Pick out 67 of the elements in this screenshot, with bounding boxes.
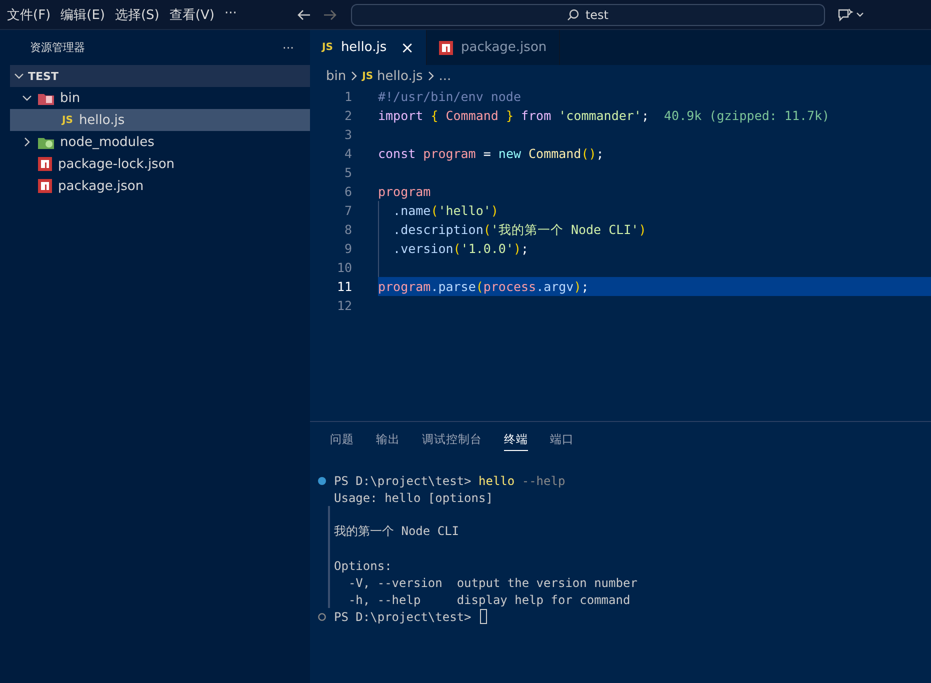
code-line: .name('hello') bbox=[392, 202, 498, 220]
menu-item[interactable]: 选择(S) bbox=[110, 6, 164, 24]
chevron-right-icon bbox=[426, 71, 435, 81]
line-number: 5 bbox=[343, 164, 352, 182]
search-icon bbox=[567, 8, 580, 20]
terminal-line: Options: bbox=[333, 558, 392, 572]
back-arrow-icon[interactable] bbox=[297, 8, 311, 20]
code-line: import { Command } from 'commander'; 40.9k (gzipped: 11.7k) bbox=[378, 107, 830, 125]
npm-file-icon bbox=[439, 40, 454, 54]
line-number: 10 bbox=[336, 259, 352, 277]
tree-item[interactable]: package-lock.json bbox=[10, 153, 310, 175]
code-line: program.parse(process.argv); bbox=[378, 278, 589, 296]
forward-arrow-icon[interactable] bbox=[323, 8, 337, 20]
line-number: 11 bbox=[336, 278, 352, 296]
js-file-icon: JS bbox=[322, 42, 333, 53]
folder-icon bbox=[38, 135, 54, 149]
section-header[interactable]: TEST bbox=[10, 65, 310, 87]
editor-tab[interactable]: package.json bbox=[427, 30, 560, 65]
more-actions-button[interactable]: ··· bbox=[282, 40, 294, 54]
js-file-icon: JS bbox=[62, 114, 73, 126]
terminal-line: -V, --version output the version number bbox=[347, 576, 638, 590]
terminal-line: Usage: hello [options] bbox=[333, 490, 493, 504]
breadcrumb-item[interactable]: hello.js bbox=[377, 68, 423, 84]
terminal-line: -h, --help display help for command bbox=[347, 592, 630, 606]
folder-icon bbox=[38, 91, 54, 105]
npm-file-icon bbox=[38, 179, 52, 193]
line-number: 8 bbox=[343, 221, 352, 239]
menu-item[interactable]: ··· bbox=[220, 6, 241, 24]
line-number: 3 bbox=[343, 126, 352, 144]
panel-tab[interactable]: 问题 bbox=[330, 432, 354, 450]
breadcrumb-item[interactable]: bin bbox=[326, 68, 346, 84]
editor-tab[interactable]: JS hello.js × bbox=[310, 30, 428, 65]
js-file-icon: JS bbox=[362, 70, 374, 82]
close-button[interactable]: × bbox=[400, 38, 414, 57]
line-number: 1 bbox=[343, 88, 352, 106]
line-number: 2 bbox=[343, 107, 352, 125]
breadcrumb-item[interactable]: ... bbox=[438, 68, 452, 84]
line-number: 12 bbox=[336, 297, 352, 315]
line-number: 7 bbox=[343, 202, 352, 220]
tree-item[interactable]: JS hello.js bbox=[10, 109, 310, 131]
npm-file-icon bbox=[38, 157, 52, 171]
explorer-title: 资源管理器 bbox=[30, 40, 85, 55]
chat-sparkle-icon[interactable] bbox=[837, 8, 865, 22]
panel-tab[interactable]: 输出 bbox=[376, 432, 400, 450]
code-line: #!/usr/bin/env node bbox=[378, 88, 521, 106]
panel-tab[interactable]: 终端 bbox=[504, 432, 528, 451]
panel-tab[interactable]: 调试控制台 bbox=[422, 432, 482, 450]
chevron-down-icon bbox=[14, 71, 24, 81]
line-number: 4 bbox=[343, 145, 352, 163]
terminal-line: PS D:\project\test> bbox=[333, 610, 472, 624]
menu-item[interactable]: 查看(V) bbox=[165, 6, 218, 24]
menu-item[interactable]: 文件(F) bbox=[3, 6, 55, 24]
terminal-line: 我的第一个 Node CLI bbox=[333, 523, 460, 540]
line-number: 9 bbox=[343, 240, 352, 258]
code-line: .version('1.0.0'); bbox=[392, 240, 529, 258]
tree-item[interactable]: node_modules bbox=[10, 131, 310, 153]
code-line: program bbox=[378, 183, 431, 201]
menu-item[interactable]: 编辑(E) bbox=[56, 6, 109, 24]
tree-item[interactable]: package.json bbox=[10, 175, 310, 197]
code-line: .description('我的第一个 Node CLI') bbox=[392, 221, 646, 239]
terminal-line: PS D:\project\test> hello --help bbox=[333, 474, 566, 488]
code-line: const program = new Command(); bbox=[378, 145, 604, 163]
panel-tab[interactable]: 端口 bbox=[550, 432, 574, 450]
search-field[interactable]: test bbox=[351, 4, 825, 26]
chevron-right-icon bbox=[350, 71, 358, 81]
tree-item[interactable]: bin bbox=[10, 87, 310, 109]
line-number: 6 bbox=[343, 183, 352, 201]
